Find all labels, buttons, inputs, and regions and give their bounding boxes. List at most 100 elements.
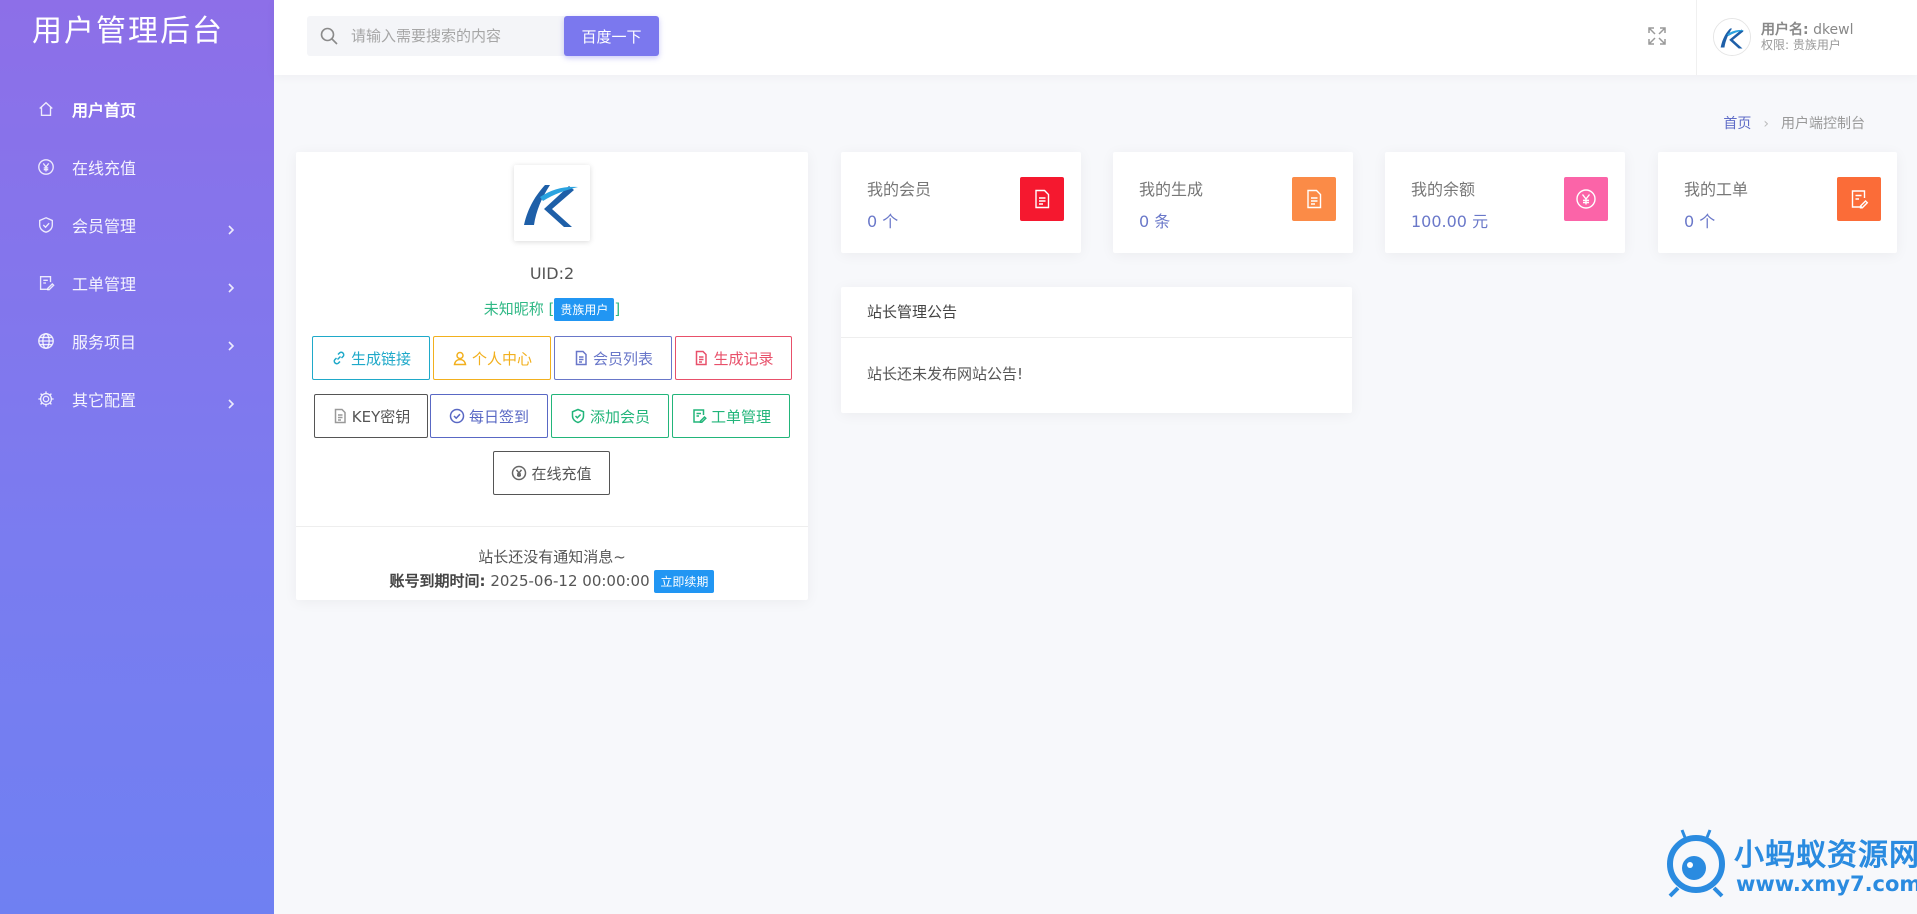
chevron-right-icon	[226, 278, 236, 293]
chevron-right-icon	[226, 336, 236, 351]
chevron-right-icon	[226, 394, 236, 409]
document-icon	[575, 350, 587, 366]
stat-card-generated: 我的生成 0 条	[1113, 152, 1353, 253]
announcement-title: 站长管理公告	[867, 303, 958, 321]
button-label: 个人中心	[471, 349, 532, 368]
yen-circle-icon	[36, 157, 56, 177]
ticket-edit-icon	[36, 273, 56, 293]
ticket-management-button[interactable]: 工单管理	[672, 394, 790, 438]
watermark-url: www.xmy7.com	[1736, 872, 1917, 896]
member-list-button[interactable]: 会员列表	[554, 336, 672, 380]
user-role: 权限: 贵族用户	[1761, 38, 1841, 52]
nickname: 未知昵称	[483, 300, 544, 318]
announcement-body: 站长还未发布网站公告!	[867, 365, 1024, 383]
document-icon	[1020, 177, 1064, 221]
search-box	[307, 16, 571, 56]
watermark-logo	[1667, 829, 1725, 898]
button-label: 每日签到	[468, 407, 529, 426]
sidebar-item-user-home[interactable]: 用户首页	[0, 80, 274, 138]
profile-card: UID:2 未知昵称 [贵族用户] 生成链接 个人中心 会员列表 生成记录 KE…	[296, 152, 808, 600]
user-icon	[453, 351, 467, 366]
sidebar-item-service-items[interactable]: 服务项目	[0, 312, 274, 370]
button-label: KEY密钥	[351, 407, 411, 426]
check-circle-icon	[449, 408, 465, 424]
button-label: 添加会员	[589, 407, 650, 426]
button-label: 生成记录	[713, 349, 774, 368]
stat-label: 我的余额	[1411, 180, 1476, 199]
sidebar-item-ticket-management[interactable]: 工单管理	[0, 254, 274, 312]
profile-avatar	[514, 165, 590, 241]
search-icon	[319, 26, 339, 46]
button-label: 工单管理	[710, 407, 771, 426]
link-icon	[333, 351, 345, 365]
personal-center-button[interactable]: 个人中心	[433, 336, 551, 380]
fullscreen-icon[interactable]	[1646, 25, 1668, 47]
online-recharge-button[interactable]: 在线充值	[493, 451, 610, 495]
shield-check-icon	[36, 215, 56, 235]
bracket-close: ]	[614, 300, 621, 318]
breadcrumb: 首页 › 用户端控制台	[1723, 113, 1865, 133]
generate-records-button[interactable]: 生成记录	[675, 336, 792, 380]
sidebar: 用户管理后台 用户首页 在线充值 会员管理 工单管理 服务项目 其它配置	[0, 0, 274, 914]
yen-circle-icon	[512, 465, 527, 481]
nickname-line: 未知昵称 [贵族用户]	[296, 298, 808, 321]
sidebar-item-label: 会员管理	[72, 217, 137, 236]
sidebar-item-member-management[interactable]: 会员管理	[0, 196, 274, 254]
sidebar-item-label: 服务项目	[72, 333, 137, 352]
stat-label: 我的生成	[1139, 180, 1204, 199]
gear-icon	[36, 389, 56, 409]
site-notice: 站长还没有通知消息~	[478, 548, 626, 566]
sidebar-item-label: 在线充值	[72, 159, 137, 178]
user-avatar	[1713, 18, 1751, 56]
sidebar-menu: 用户首页 在线充值 会员管理 工单管理 服务项目 其它配置	[0, 80, 274, 428]
stat-card-balance: 我的余额 100.00 元	[1385, 152, 1625, 253]
sidebar-item-label: 工单管理	[72, 275, 137, 294]
ticket-edit-icon	[1837, 177, 1881, 221]
announcement-divider	[841, 337, 1352, 338]
announcement-card: 站长管理公告 站长还未发布网站公告!	[841, 287, 1352, 413]
search-button[interactable]: 百度一下	[564, 16, 659, 56]
stat-value: 100.00 元	[1411, 212, 1489, 231]
user-menu[interactable]: 用户名: dkewl 权限: 贵族用户	[1696, 0, 1917, 75]
document-icon	[1292, 177, 1336, 221]
sidebar-item-online-recharge[interactable]: 在线充值	[0, 138, 274, 196]
button-label: 在线充值	[531, 464, 592, 483]
chevron-right-icon	[226, 220, 236, 235]
globe-icon	[36, 331, 56, 351]
breadcrumb-separator: ›	[1763, 116, 1769, 132]
yen-circle-icon	[1564, 177, 1608, 221]
breadcrumb-home-link[interactable]: 首页	[1723, 116, 1751, 132]
stat-card-members: 我的会员 0 个	[841, 152, 1081, 253]
breadcrumb-current: 用户端控制台	[1781, 116, 1865, 132]
watermark-title: 小蚂蚁资源网	[1734, 838, 1917, 873]
account-expiry: 账号到期时间: 2025-06-12 00:00:00 立即续期	[296, 570, 808, 593]
stat-label: 我的工单	[1684, 180, 1749, 199]
stat-label: 我的会员	[867, 180, 932, 199]
user-uid: UID:2	[529, 264, 575, 283]
daily-checkin-button[interactable]: 每日签到	[430, 394, 548, 438]
stat-value: 0 条	[1139, 212, 1171, 231]
sidebar-item-other-config[interactable]: 其它配置	[0, 370, 274, 428]
search-input[interactable]	[351, 16, 566, 56]
add-member-button[interactable]: 添加会员	[551, 394, 669, 438]
level-badge: 贵族用户	[554, 298, 615, 321]
card-divider	[296, 526, 808, 527]
ticket-edit-icon	[693, 409, 707, 424]
expire-label: 账号到期时间:	[389, 572, 486, 590]
sidebar-item-label: 其它配置	[72, 391, 137, 410]
expire-value: 2025-06-12 00:00:00	[490, 572, 650, 590]
button-label: 会员列表	[592, 349, 653, 368]
document-icon	[696, 350, 708, 366]
generate-link-button[interactable]: 生成链接	[312, 336, 430, 380]
stat-value: 0 个	[867, 212, 899, 231]
button-label: 生成链接	[350, 349, 411, 368]
document-icon	[334, 408, 346, 424]
stat-value: 0 个	[1684, 212, 1716, 231]
shield-check-icon	[571, 408, 585, 424]
sidebar-item-label: 用户首页	[72, 101, 137, 120]
brand-title: 用户管理后台	[32, 14, 224, 49]
stat-card-tickets: 我的工单 0 个	[1658, 152, 1897, 253]
renew-button[interactable]: 立即续期	[654, 570, 715, 593]
top-header: 百度一下 用户名: dkewl 权限: 贵族用户	[274, 0, 1917, 75]
key-secret-button[interactable]: KEY密钥	[314, 394, 428, 438]
